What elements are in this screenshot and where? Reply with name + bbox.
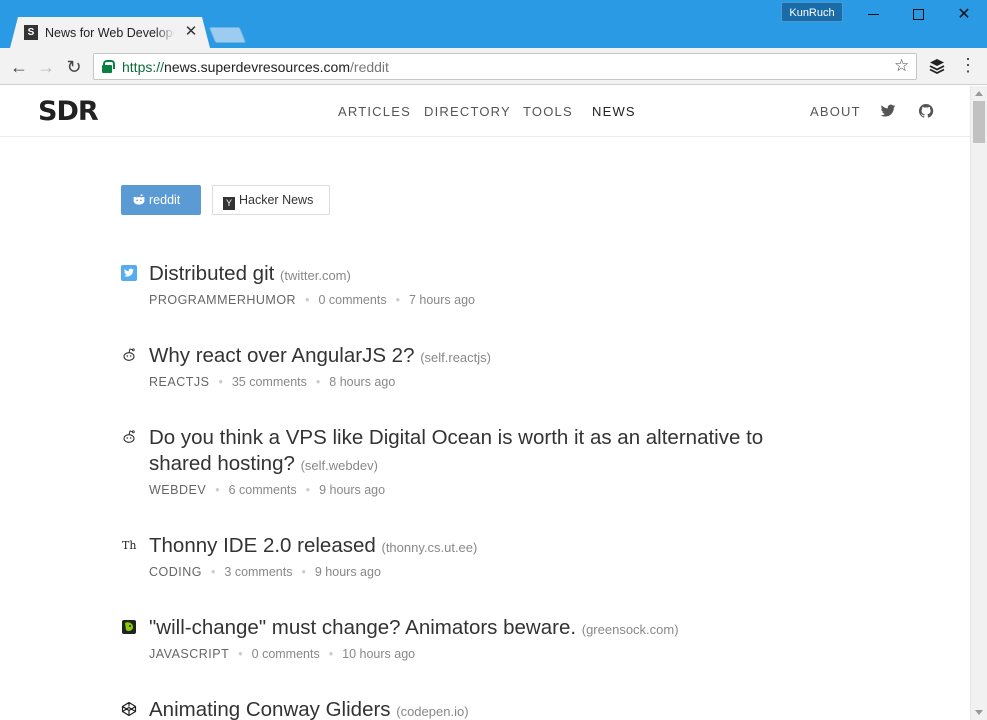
post-meta: PROGRAMMERHUMOR • 0 comments • 7 hours ago <box>149 293 475 307</box>
greensock-icon <box>122 620 136 634</box>
post-meta: JAVASCRIPT • 0 comments • 10 hours ago <box>149 647 415 661</box>
post-title: Do you think a VPS like Digital Ocean is… <box>149 425 789 479</box>
nav-about[interactable]: ABOUT <box>810 104 861 119</box>
post-title: "will-change" must change? Animators bew… <box>149 615 799 643</box>
reddit-source-button[interactable]: reddit <box>121 185 201 215</box>
meta-separator: • <box>238 647 243 661</box>
post-meta: REACTJS • 35 comments • 8 hours ago <box>149 375 395 389</box>
meta-separator: • <box>328 647 334 661</box>
page-scrollbar[interactable] <box>970 86 987 720</box>
post-domain[interactable]: (greensock.com) <box>582 622 679 637</box>
reddit-source-label: reddit <box>149 193 181 207</box>
close-window-button[interactable]: ✕ <box>941 0 987 30</box>
url-host: news.superdevresources.com <box>164 59 351 75</box>
post-domain[interactable]: (codepen.io) <box>396 704 468 719</box>
tab-title: News for Web Developers <box>45 26 175 40</box>
twitter-icon[interactable] <box>880 103 896 119</box>
hacker-news-source-label: Hacker News <box>239 193 314 207</box>
meta-separator: • <box>301 565 306 579</box>
scrollbar-thumb[interactable] <box>973 101 985 143</box>
new-tab-button[interactable] <box>208 27 247 43</box>
hacker-news-source-button[interactable]: Y Hacker News <box>212 185 330 215</box>
post-time: 9 hours ago <box>319 483 386 497</box>
scroll-down-arrow-icon[interactable] <box>975 710 983 715</box>
minimize-button[interactable] <box>850 0 896 30</box>
scroll-up-arrow-icon[interactable] <box>975 91 983 96</box>
url-text[interactable]: https://news.superdevresources.com/reddi… <box>122 59 389 75</box>
nav-articles[interactable]: ARTICLES <box>338 104 411 119</box>
browser-toolbar: ← → ↻ https://news.superdevresources.com… <box>0 48 987 85</box>
maximize-button[interactable] <box>895 0 941 30</box>
reddit-icon <box>133 194 145 205</box>
back-arrow-icon[interactable]: ← <box>7 55 31 79</box>
post-title: Thonny IDE 2.0 released (thonny.cs.ut.ee… <box>149 533 799 561</box>
post-subreddit[interactable]: WEBDEV <box>149 483 206 497</box>
post-title-link[interactable]: Why react over AngularJS 2? <box>149 344 415 367</box>
post-time: 8 hours ago <box>329 375 396 389</box>
post-domain[interactable]: (self.reactjs) <box>420 350 491 365</box>
meta-separator: • <box>305 483 311 497</box>
post-comments[interactable]: 0 comments <box>318 293 386 307</box>
post-title: Distributed git (twitter.com) <box>149 261 799 289</box>
nav-directory[interactable]: DIRECTORY <box>424 104 511 119</box>
post-domain[interactable]: (twitter.com) <box>280 268 351 283</box>
meta-separator: • <box>211 565 216 579</box>
post-comments[interactable]: 35 comments <box>232 375 307 389</box>
post-title-link[interactable]: Animating Conway Gliders <box>149 698 391 720</box>
post-meta: CODING • 3 comments • 9 hours ago <box>149 565 381 579</box>
post-subreddit[interactable]: CODING <box>149 565 202 579</box>
post-subreddit[interactable]: PROGRAMMERHUMOR <box>149 293 296 307</box>
post-comments[interactable]: 0 comments <box>252 647 320 661</box>
reload-icon[interactable]: ↻ <box>62 55 86 79</box>
site-header: SDR ARTICLES DIRECTORY TOOLS NEWS ABOUT <box>0 86 970 137</box>
codepen-icon <box>121 701 137 717</box>
bookmark-star-icon[interactable]: ☆ <box>894 56 909 76</box>
browser-titlebar: S News for Web Developers ✕ KunRuch ✕ <box>0 0 987 48</box>
post-comments[interactable]: 6 comments <box>229 483 297 497</box>
post-title-link[interactable]: Do you think a VPS like Digital Ocean is… <box>149 426 763 475</box>
layers-extension-icon[interactable] <box>928 57 946 75</box>
lock-icon <box>102 60 115 73</box>
github-icon[interactable] <box>918 103 934 119</box>
url-path: /reddit <box>350 59 389 75</box>
nav-news[interactable]: NEWS <box>592 104 636 119</box>
profile-button[interactable]: KunRuch <box>781 2 843 22</box>
post-comments[interactable]: 3 comments <box>224 565 292 579</box>
site-logo[interactable]: SDR <box>38 96 99 127</box>
post-domain[interactable]: (self.webdev) <box>301 458 378 473</box>
meta-separator: • <box>218 375 223 389</box>
reddit-alien-icon <box>123 348 135 361</box>
forward-arrow-icon[interactable]: → <box>34 55 58 79</box>
svg-text:Th: Th <box>122 539 136 552</box>
post-subreddit[interactable]: JAVASCRIPT <box>149 647 229 661</box>
meta-separator: • <box>305 293 310 307</box>
reddit-alien-icon <box>123 430 135 443</box>
twitter-icon <box>121 265 137 281</box>
meta-separator: • <box>395 293 400 307</box>
post-title: Animating Conway Gliders (codepen.io) <box>149 697 799 720</box>
post-time: 10 hours ago <box>342 647 416 661</box>
address-bar[interactable]: https://news.superdevresources.com/reddi… <box>93 53 917 80</box>
post-time: 9 hours ago <box>314 565 381 579</box>
post-title: Why react over AngularJS 2? (self.reactj… <box>149 343 799 371</box>
site-favicon-icon: S <box>24 25 38 40</box>
post-title-link[interactable]: "will-change" must change? Animators bew… <box>149 616 576 639</box>
post-title-link[interactable]: Distributed git <box>149 262 274 285</box>
browser-tab[interactable]: S News for Web Developers ✕ <box>10 17 210 48</box>
browser-menu-icon[interactable]: ⋮ <box>958 55 978 76</box>
nav-tools[interactable]: TOOLS <box>523 104 573 119</box>
meta-separator: • <box>215 483 220 497</box>
post-subreddit[interactable]: REACTJS <box>149 375 209 389</box>
page-viewport: SDR ARTICLES DIRECTORY TOOLS NEWS ABOUT … <box>0 86 970 720</box>
post-title-link[interactable]: Thonny IDE 2.0 released <box>149 534 376 557</box>
thonny-icon: Th <box>122 539 136 552</box>
post-domain[interactable]: (thonny.cs.ut.ee) <box>381 540 477 555</box>
url-scheme: https:// <box>122 59 165 75</box>
meta-separator: • <box>315 375 321 389</box>
post-meta: WEBDEV • 6 comments • 9 hours ago <box>149 483 385 497</box>
hacker-news-icon: Y <box>223 197 235 210</box>
tab-close-icon[interactable]: ✕ <box>183 23 199 41</box>
post-time: 7 hours ago <box>408 293 475 307</box>
